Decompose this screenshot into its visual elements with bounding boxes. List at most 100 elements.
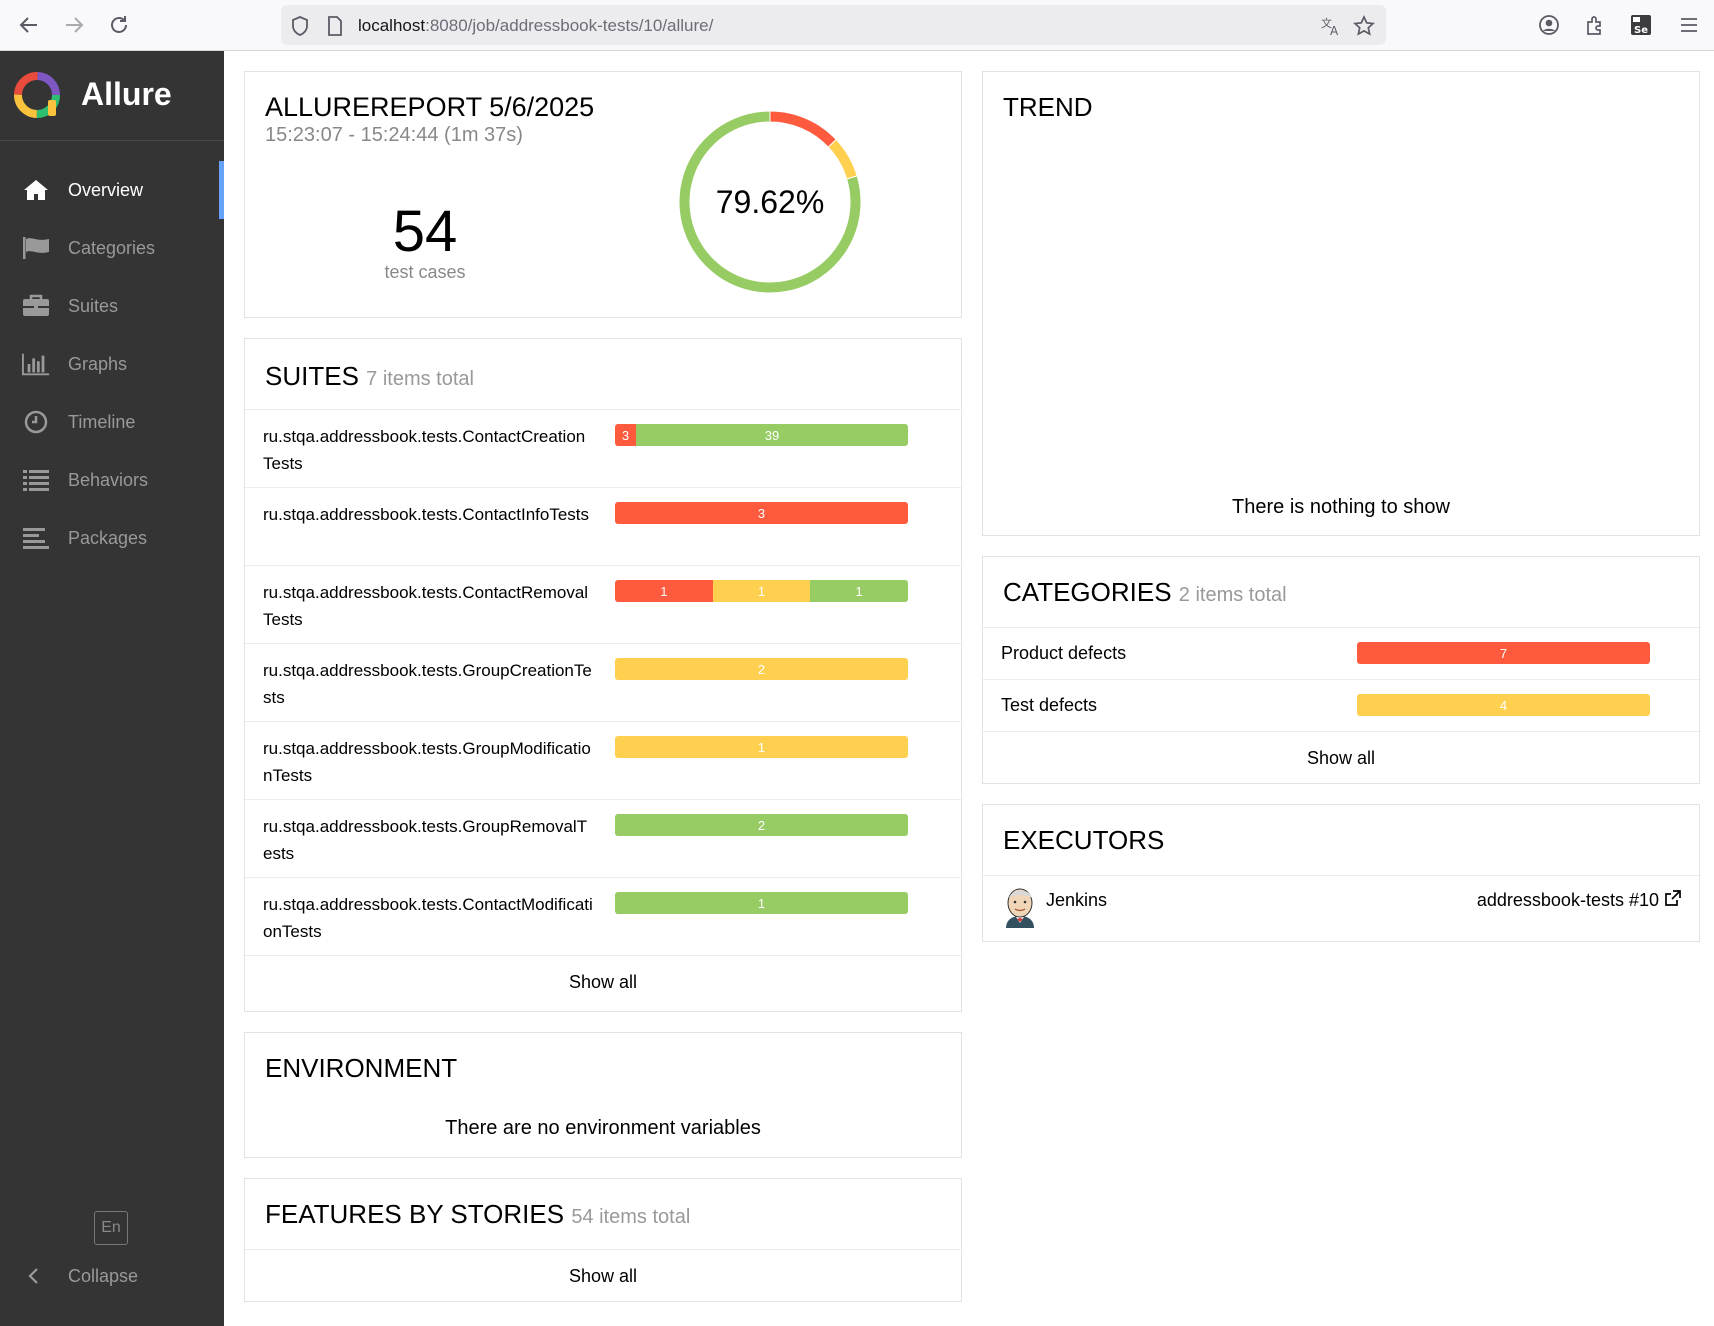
- suites-count: 7 items total: [366, 368, 474, 390]
- sidebar-item-timeline[interactable]: Timeline: [0, 393, 224, 451]
- back-arrow-icon[interactable]: [14, 10, 44, 40]
- suites-title-text: SUITES: [265, 361, 359, 391]
- jenkins-avatar-icon: [1006, 888, 1034, 928]
- executor-build-label: addressbook-tests #10: [1476, 890, 1659, 910]
- environment-widget: ENVIRONMENT There are no environment var…: [244, 1032, 962, 1158]
- suite-bar-segment-passed: 2: [615, 814, 908, 836]
- suite-status-bar: 1: [615, 892, 908, 914]
- category-name: Product defects: [1001, 643, 1127, 663]
- category-status-bar: 4: [1357, 694, 1650, 716]
- sidebar-item-label: Overview: [68, 180, 144, 200]
- collapse-button[interactable]: Collapse: [0, 1256, 224, 1296]
- clock-icon: [22, 410, 50, 434]
- features-title: FEATURES BY STORIES 54 items total: [265, 1199, 690, 1230]
- address-bar[interactable]: localhost:8080/job/addressbook-tests/10/…: [281, 5, 1386, 45]
- suite-bar-segment-failed: 1: [615, 580, 713, 602]
- suite-bar-segment-passed: 1: [615, 892, 908, 914]
- features-title-text: FEATURES BY STORIES: [265, 1199, 565, 1229]
- donut-segment-broken[interactable]: [827, 138, 858, 180]
- sidebar-menu: Overview Categories Suites Graphs Timeli…: [0, 161, 224, 567]
- suite-status-bar: 3 39: [615, 424, 908, 446]
- category-name: Test defects: [1001, 695, 1098, 715]
- test-case-count-label: test cases: [384, 262, 466, 282]
- sidebar-item-label: Behaviors: [68, 470, 149, 490]
- svg-text:A: A: [1330, 24, 1339, 37]
- suite-row[interactable]: ru.stqa.addressbook.tests.ContactModific…: [245, 877, 961, 955]
- bookmark-star-icon[interactable]: [1353, 15, 1375, 37]
- environment-empty-message: There are no environment variables: [445, 1117, 761, 1139]
- sidebar-item-label: Categories: [68, 238, 156, 258]
- category-row[interactable]: Test defects 4: [983, 679, 1699, 731]
- suite-row[interactable]: ru.stqa.addressbook.tests.GroupModificat…: [245, 721, 961, 799]
- summary-widget: ALLUREREPORT 5/6/2025 15:23:07 - 15:24:4…: [244, 71, 962, 318]
- suites-widget: SUITES 7 items total ru.stqa.addressbook…: [244, 338, 962, 1012]
- categories-title: CATEGORIES 2 items total: [1003, 577, 1287, 608]
- suite-bar-segment-broken: 1: [615, 736, 908, 758]
- selenium-ide-icon[interactable]: Se: [1628, 12, 1654, 38]
- features-widget: FEATURES BY STORIES 54 items total Show …: [244, 1178, 962, 1302]
- hamburger-menu-icon[interactable]: [1676, 12, 1702, 38]
- categories-title-text: CATEGORIES: [1003, 577, 1172, 607]
- executor-build-link[interactable]: addressbook-tests #10: [1477, 890, 1681, 911]
- suite-status-bar: 111: [615, 580, 908, 602]
- suite-row[interactable]: ru.stqa.addressbook.tests.GroupCreationT…: [245, 643, 961, 721]
- suite-bar-segment-broken: 1: [712, 580, 811, 602]
- suite-bar-segment-failed: 3: [615, 502, 908, 524]
- environment-title: ENVIRONMENT: [265, 1053, 458, 1083]
- suite-row[interactable]: ru.stqa.addressbook.tests.ContactInfoTes…: [245, 487, 961, 565]
- sidebar-item-overview[interactable]: Overview: [0, 161, 224, 219]
- suite-row[interactable]: ru.stqa.addressbook.tests.ContactRemoval…: [245, 565, 961, 643]
- brand-name: Allure: [81, 76, 172, 112]
- executor-name: Jenkins: [1046, 890, 1108, 910]
- browser-toolbar: localhost:8080/job/addressbook-tests/10/…: [0, 0, 1714, 51]
- brand[interactable]: Allure: [0, 51, 224, 141]
- forward-arrow-icon[interactable]: [59, 10, 89, 40]
- suite-bar-segment-passed: 39: [635, 424, 908, 446]
- suite-name: ru.stqa.addressbook.tests.GroupModificat…: [263, 739, 591, 785]
- suite-row[interactable]: ru.stqa.addressbook.tests.GroupRemovalTe…: [245, 799, 961, 877]
- chevron-left-icon: [26, 1266, 40, 1291]
- language-button[interactable]: En: [94, 1211, 128, 1245]
- features-show-all-link[interactable]: Show all: [245, 1249, 961, 1301]
- reload-icon[interactable]: [104, 10, 134, 40]
- sidebar-item-suites[interactable]: Suites: [0, 277, 224, 335]
- sidebar-item-graphs[interactable]: Graphs: [0, 335, 224, 393]
- sidebar-item-behaviors[interactable]: Behaviors: [0, 451, 224, 509]
- suites-show-all-link[interactable]: Show all: [245, 955, 961, 1007]
- extensions-icon[interactable]: [1582, 12, 1608, 38]
- suite-status-bar: 2: [615, 658, 908, 680]
- category-bar-segment-failed: 7: [1357, 642, 1650, 664]
- page-icon: [324, 15, 346, 37]
- sidebar-item-label: Timeline: [68, 412, 136, 432]
- trend-empty-message: There is nothing to show: [1232, 496, 1450, 518]
- translate-icon[interactable]: 文A: [1320, 15, 1342, 37]
- briefcase-icon: [22, 294, 50, 318]
- report-time: 15:23:07 - 15:24:44 (1m 37s): [265, 124, 523, 146]
- executors-title: EXECUTORS: [1003, 825, 1165, 855]
- sidebar-item-packages[interactable]: Packages: [0, 509, 224, 567]
- suite-row[interactable]: ru.stqa.addressbook.tests.ContactCreatio…: [245, 409, 961, 487]
- suite-name: ru.stqa.addressbook.tests.GroupRemovalTe…: [263, 817, 588, 863]
- suite-status-bar: 1: [615, 736, 908, 758]
- svg-text:Se: Se: [1634, 25, 1648, 36]
- suites-list: ru.stqa.addressbook.tests.ContactCreatio…: [245, 409, 961, 1007]
- url-text[interactable]: localhost:8080/job/addressbook-tests/10/…: [358, 16, 713, 36]
- shield-icon[interactable]: [289, 15, 311, 37]
- list-icon: [22, 468, 50, 492]
- sidebar-item-label: Packages: [68, 528, 148, 548]
- suite-status-bar: 3: [615, 502, 908, 524]
- suite-bar-segment-failed: 3: [615, 424, 636, 446]
- suite-name: ru.stqa.addressbook.tests.ContactInfoTes…: [263, 505, 590, 524]
- align-left-icon: [22, 526, 50, 550]
- category-status-bar: 7: [1357, 642, 1650, 664]
- allure-logo-icon: [14, 72, 60, 118]
- sidebar-item-label: Graphs: [68, 354, 128, 374]
- suite-name: ru.stqa.addressbook.tests.ContactRemoval…: [263, 583, 589, 629]
- sidebar-item-categories[interactable]: Categories: [0, 219, 224, 277]
- suite-name: ru.stqa.addressbook.tests.GroupCreationT…: [263, 661, 592, 707]
- categories-show-all-link[interactable]: Show all: [983, 731, 1699, 783]
- category-row[interactable]: Product defects 7: [983, 627, 1699, 679]
- account-icon[interactable]: [1536, 12, 1562, 38]
- sidebar: Allure Overview Categories Suites Graphs: [0, 51, 224, 1326]
- donut-segment-failed[interactable]: [769, 110, 837, 148]
